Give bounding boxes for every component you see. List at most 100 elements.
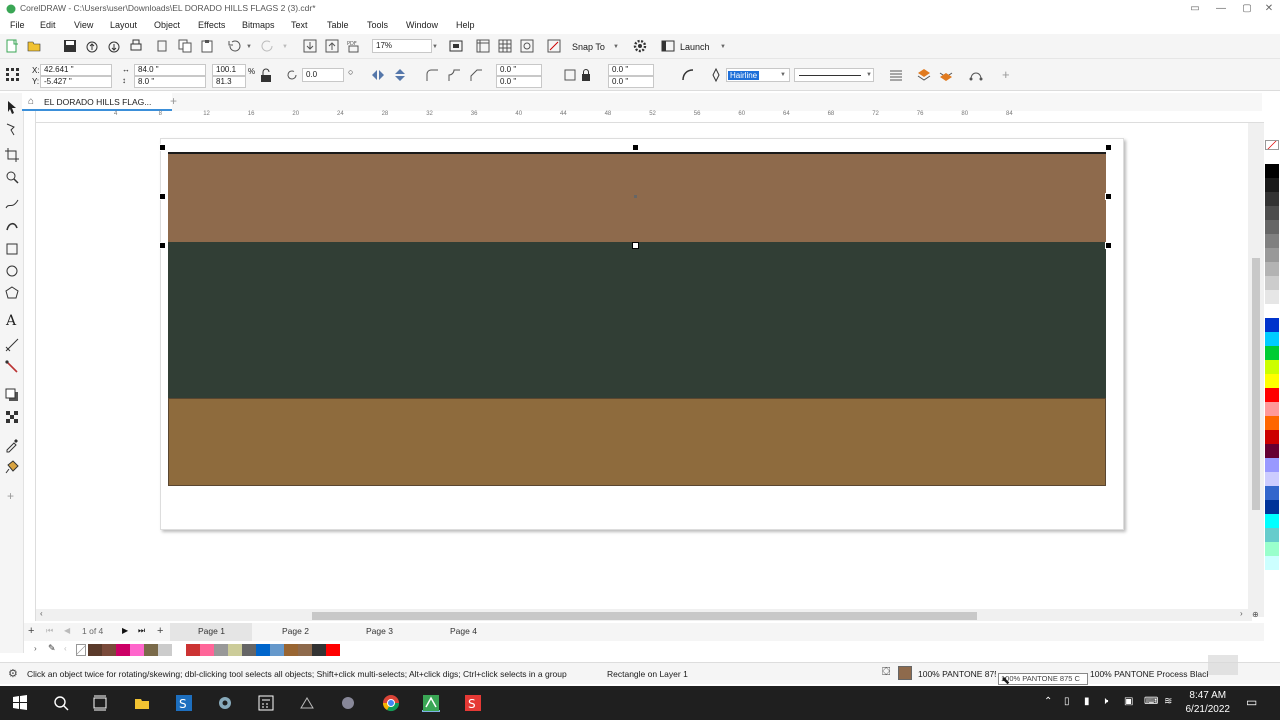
zoom-tool-icon[interactable]	[4, 169, 20, 185]
tray-device-icon[interactable]: ▯	[1064, 696, 1070, 707]
palette-swatch[interactable]	[1265, 430, 1279, 444]
selection-handle-middle-right[interactable]	[1105, 193, 1112, 200]
full-screen-preview-icon[interactable]	[448, 38, 464, 54]
palette-swatch[interactable]	[1265, 318, 1279, 332]
doc-palette-swatch[interactable]	[298, 644, 312, 656]
page-tab-4[interactable]: Page 4	[450, 626, 477, 636]
parallel-dimension-tool-icon[interactable]	[4, 337, 20, 353]
doc-palette-swatch[interactable]	[88, 644, 102, 656]
connector-tool-icon[interactable]	[4, 359, 20, 375]
palette-swatch[interactable]	[1265, 458, 1279, 472]
corner-lock-icon[interactable]	[578, 67, 594, 83]
round-corner-icon[interactable]	[424, 67, 440, 83]
page-tab-2[interactable]: Page 2	[282, 626, 309, 636]
chamfered-corner-icon[interactable]	[468, 67, 484, 83]
screencast-app-icon[interactable]: S	[464, 694, 482, 712]
mirror-horizontal-icon[interactable]	[370, 67, 386, 83]
document-tab[interactable]: ⌂ EL DORADO HILLS FLAG...	[22, 93, 172, 111]
flag-middle-stripe[interactable]	[168, 242, 1106, 398]
cloud-upload-icon[interactable]	[84, 38, 100, 54]
palette-swatch[interactable]	[1265, 304, 1279, 318]
palette-swatch[interactable]	[1265, 220, 1279, 234]
add-property-icon[interactable]: +	[1002, 67, 1010, 82]
palette-swatch[interactable]	[1265, 150, 1279, 164]
freehand-tool-icon[interactable]	[4, 195, 20, 211]
doc-palette-swatch[interactable]	[144, 644, 158, 656]
palette-swatch[interactable]	[1265, 192, 1279, 206]
palette-swatch[interactable]	[1265, 402, 1279, 416]
corner-bottom-left-field[interactable]: 0.0 "	[496, 76, 542, 88]
scalloped-corner-icon[interactable]	[446, 67, 462, 83]
import-icon[interactable]	[302, 38, 318, 54]
page-tab-3[interactable]: Page 3	[366, 626, 393, 636]
ellipse-tool-icon[interactable]	[4, 263, 20, 279]
x-position-field[interactable]: 42.641 "	[40, 64, 112, 76]
rotation-field[interactable]: 0.0	[302, 68, 344, 82]
windows-start-icon[interactable]	[11, 694, 29, 712]
polygon-tool-icon[interactable]	[4, 285, 20, 301]
vertical-scroll-thumb[interactable]	[1252, 258, 1260, 510]
scroll-left-icon[interactable]: ‹	[40, 609, 43, 618]
last-page-icon[interactable]: ⏭	[138, 626, 145, 636]
wrap-text-icon[interactable]	[888, 67, 904, 83]
add-page-after-icon[interactable]: +	[157, 625, 163, 637]
to-back-icon[interactable]	[938, 67, 954, 83]
scroll-right-icon[interactable]: ›	[1240, 609, 1243, 618]
wifi-icon[interactable]: ≋	[1164, 696, 1172, 707]
palette-swatch[interactable]	[1265, 416, 1279, 430]
file-explorer-icon[interactable]	[133, 694, 151, 712]
tray-display-icon[interactable]: ▣	[1124, 696, 1133, 707]
outline-pen-icon[interactable]	[708, 67, 724, 83]
chrome-icon[interactable]	[382, 694, 400, 712]
settings-app-icon[interactable]	[216, 694, 234, 712]
menu-layout[interactable]: Layout	[110, 20, 137, 30]
selection-handle-bottom-right[interactable]	[1105, 242, 1112, 249]
palette-scroll-left-icon[interactable]: ‹	[64, 644, 67, 653]
palette-swatch[interactable]	[1265, 556, 1279, 570]
maximize-button[interactable]: ▢	[1240, 2, 1254, 16]
doc-palette-swatch[interactable]	[242, 644, 256, 656]
first-page-icon[interactable]: ⏮	[46, 626, 53, 636]
horizontal-scroll-thumb[interactable]	[312, 612, 977, 620]
palette-swatch[interactable]	[1265, 248, 1279, 262]
color-eyedropper-tool-icon[interactable]	[4, 437, 20, 453]
search-icon[interactable]	[52, 694, 70, 712]
notifications-icon[interactable]: ▭	[1246, 695, 1257, 709]
menu-file[interactable]: File	[10, 20, 25, 30]
doc-palette-swatch[interactable]	[186, 644, 200, 656]
doc-palette-swatch[interactable]	[326, 644, 340, 656]
status-gear-icon[interactable]: ⚙	[8, 667, 18, 680]
scale-x-field[interactable]: 100.1	[212, 64, 246, 76]
vertical-ruler[interactable]	[24, 111, 36, 621]
snap-to-label[interactable]: Snap To	[572, 42, 605, 52]
calculator-app-icon[interactable]	[257, 694, 275, 712]
vertical-scrollbar[interactable]	[1248, 123, 1264, 617]
palette-swatch[interactable]	[1265, 528, 1279, 542]
show-guidelines-icon[interactable]	[519, 38, 535, 54]
doc-palette-swatch[interactable]	[284, 644, 298, 656]
show-grid-icon[interactable]	[497, 38, 513, 54]
palette-swatch[interactable]	[1265, 346, 1279, 360]
corner-link-icon[interactable]	[562, 67, 578, 83]
mirror-vertical-icon[interactable]	[392, 67, 408, 83]
launch-icon[interactable]	[660, 38, 676, 54]
line-style-field[interactable]	[794, 68, 874, 82]
height-field[interactable]: 8.0 "	[134, 76, 206, 88]
tray-chevron-icon[interactable]: ⌃	[1044, 696, 1052, 707]
palette-swatch[interactable]	[1265, 514, 1279, 528]
save-icon[interactable]	[62, 38, 78, 54]
horizontal-scrollbar[interactable]: ‹ ›	[36, 609, 1252, 621]
palette-swatch[interactable]	[1265, 500, 1279, 514]
doc-palette-swatch[interactable]	[158, 644, 172, 656]
palette-swatch[interactable]	[1265, 374, 1279, 388]
restore-small-icon[interactable]: ▭	[1188, 2, 1202, 16]
app-icon-6[interactable]	[339, 694, 357, 712]
palette-swatch[interactable]	[1265, 542, 1279, 556]
fill-color-swatch[interactable]	[898, 666, 912, 680]
doc-palette-none-swatch[interactable]	[76, 644, 86, 656]
zoom-navigator-icon[interactable]: ⊕	[1252, 610, 1262, 620]
corel-app-icon[interactable]: S	[175, 694, 193, 712]
palette-swatch[interactable]	[1265, 472, 1279, 486]
selection-handle-top-center[interactable]	[632, 144, 639, 151]
selection-handle-top-right[interactable]	[1105, 144, 1112, 151]
